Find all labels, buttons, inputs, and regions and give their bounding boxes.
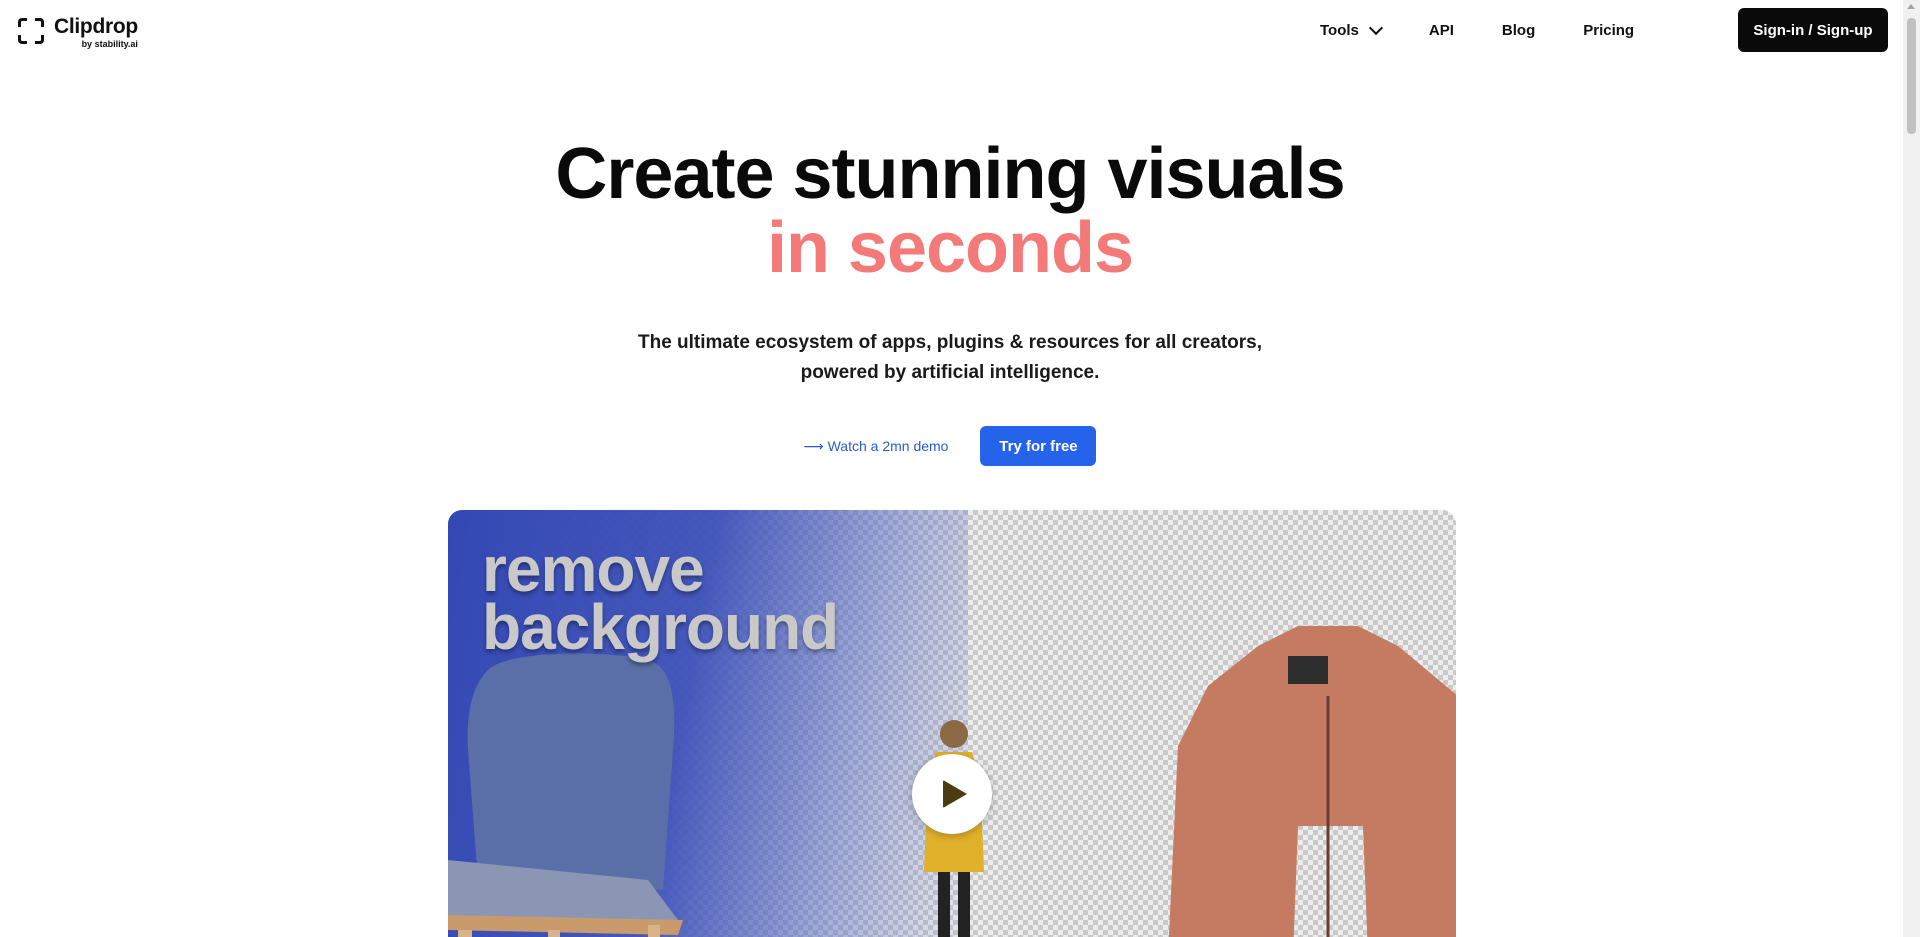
signin-button[interactable]: Sign-in / Sign-up: [1738, 8, 1888, 52]
nav-pricing[interactable]: Pricing: [1583, 22, 1634, 39]
page: Clipdrop by stability.ai Tools API Blog …: [0, 0, 1920, 937]
play-icon: [943, 780, 967, 808]
logo-sub: by stability.ai: [81, 39, 138, 49]
scroll-thumb[interactable]: [1907, 18, 1916, 134]
main-nav: Tools API Blog Pricing: [1320, 20, 1634, 39]
logo-name: Clipdrop: [54, 15, 138, 38]
clipdrop-logo-icon: [18, 18, 44, 44]
cta-row: ⟶ Watch a 2mn demo Try for free: [0, 426, 1900, 466]
nav-api[interactable]: API: [1429, 22, 1454, 39]
top-header: Clipdrop by stability.ai Tools API Blog …: [0, 0, 1900, 64]
logo[interactable]: Clipdrop by stability.ai: [18, 16, 138, 50]
logo-text: Clipdrop by stability.ai: [54, 16, 138, 50]
scroll-up-icon[interactable]: [1907, 4, 1915, 9]
video-caption-line1: remove: [482, 533, 705, 605]
scrollbar[interactable]: [1903, 0, 1920, 937]
arrow-right-icon: ⟶: [803, 437, 824, 454]
nav-blog[interactable]: Blog: [1502, 22, 1535, 39]
nav-tools[interactable]: Tools: [1320, 20, 1383, 39]
watch-demo-link[interactable]: ⟶ Watch a 2mn demo: [804, 438, 949, 455]
play-button[interactable]: [912, 754, 992, 834]
watch-demo-label: Watch a 2mn demo: [827, 438, 949, 454]
nav-blog-label: Blog: [1501, 22, 1536, 39]
hero-subtitle: The ultimate ecosystem of apps, plugins …: [0, 328, 1900, 388]
nav-pricing-label: Pricing: [1583, 22, 1635, 39]
jacket-image: [1168, 626, 1456, 937]
demo-video[interactable]: remove background: [448, 510, 1456, 937]
video-caption-line2: background: [482, 591, 839, 663]
hero-subtitle-line2: powered by artificial intelligence.: [800, 362, 1100, 383]
video-caption: remove background: [482, 533, 839, 663]
hero-title-line2: in seconds: [766, 208, 1134, 288]
chair-image: [448, 653, 683, 937]
nav-tools-label: Tools: [1320, 22, 1359, 39]
chevron-down-icon: [1368, 20, 1383, 36]
nav-api-label: API: [1428, 22, 1454, 39]
hero-subtitle-line1: The ultimate ecosystem of apps, plugins …: [637, 332, 1263, 353]
try-for-free-button[interactable]: Try for free: [980, 426, 1097, 466]
hero-title-line1: Create stunning visuals: [555, 134, 1345, 214]
